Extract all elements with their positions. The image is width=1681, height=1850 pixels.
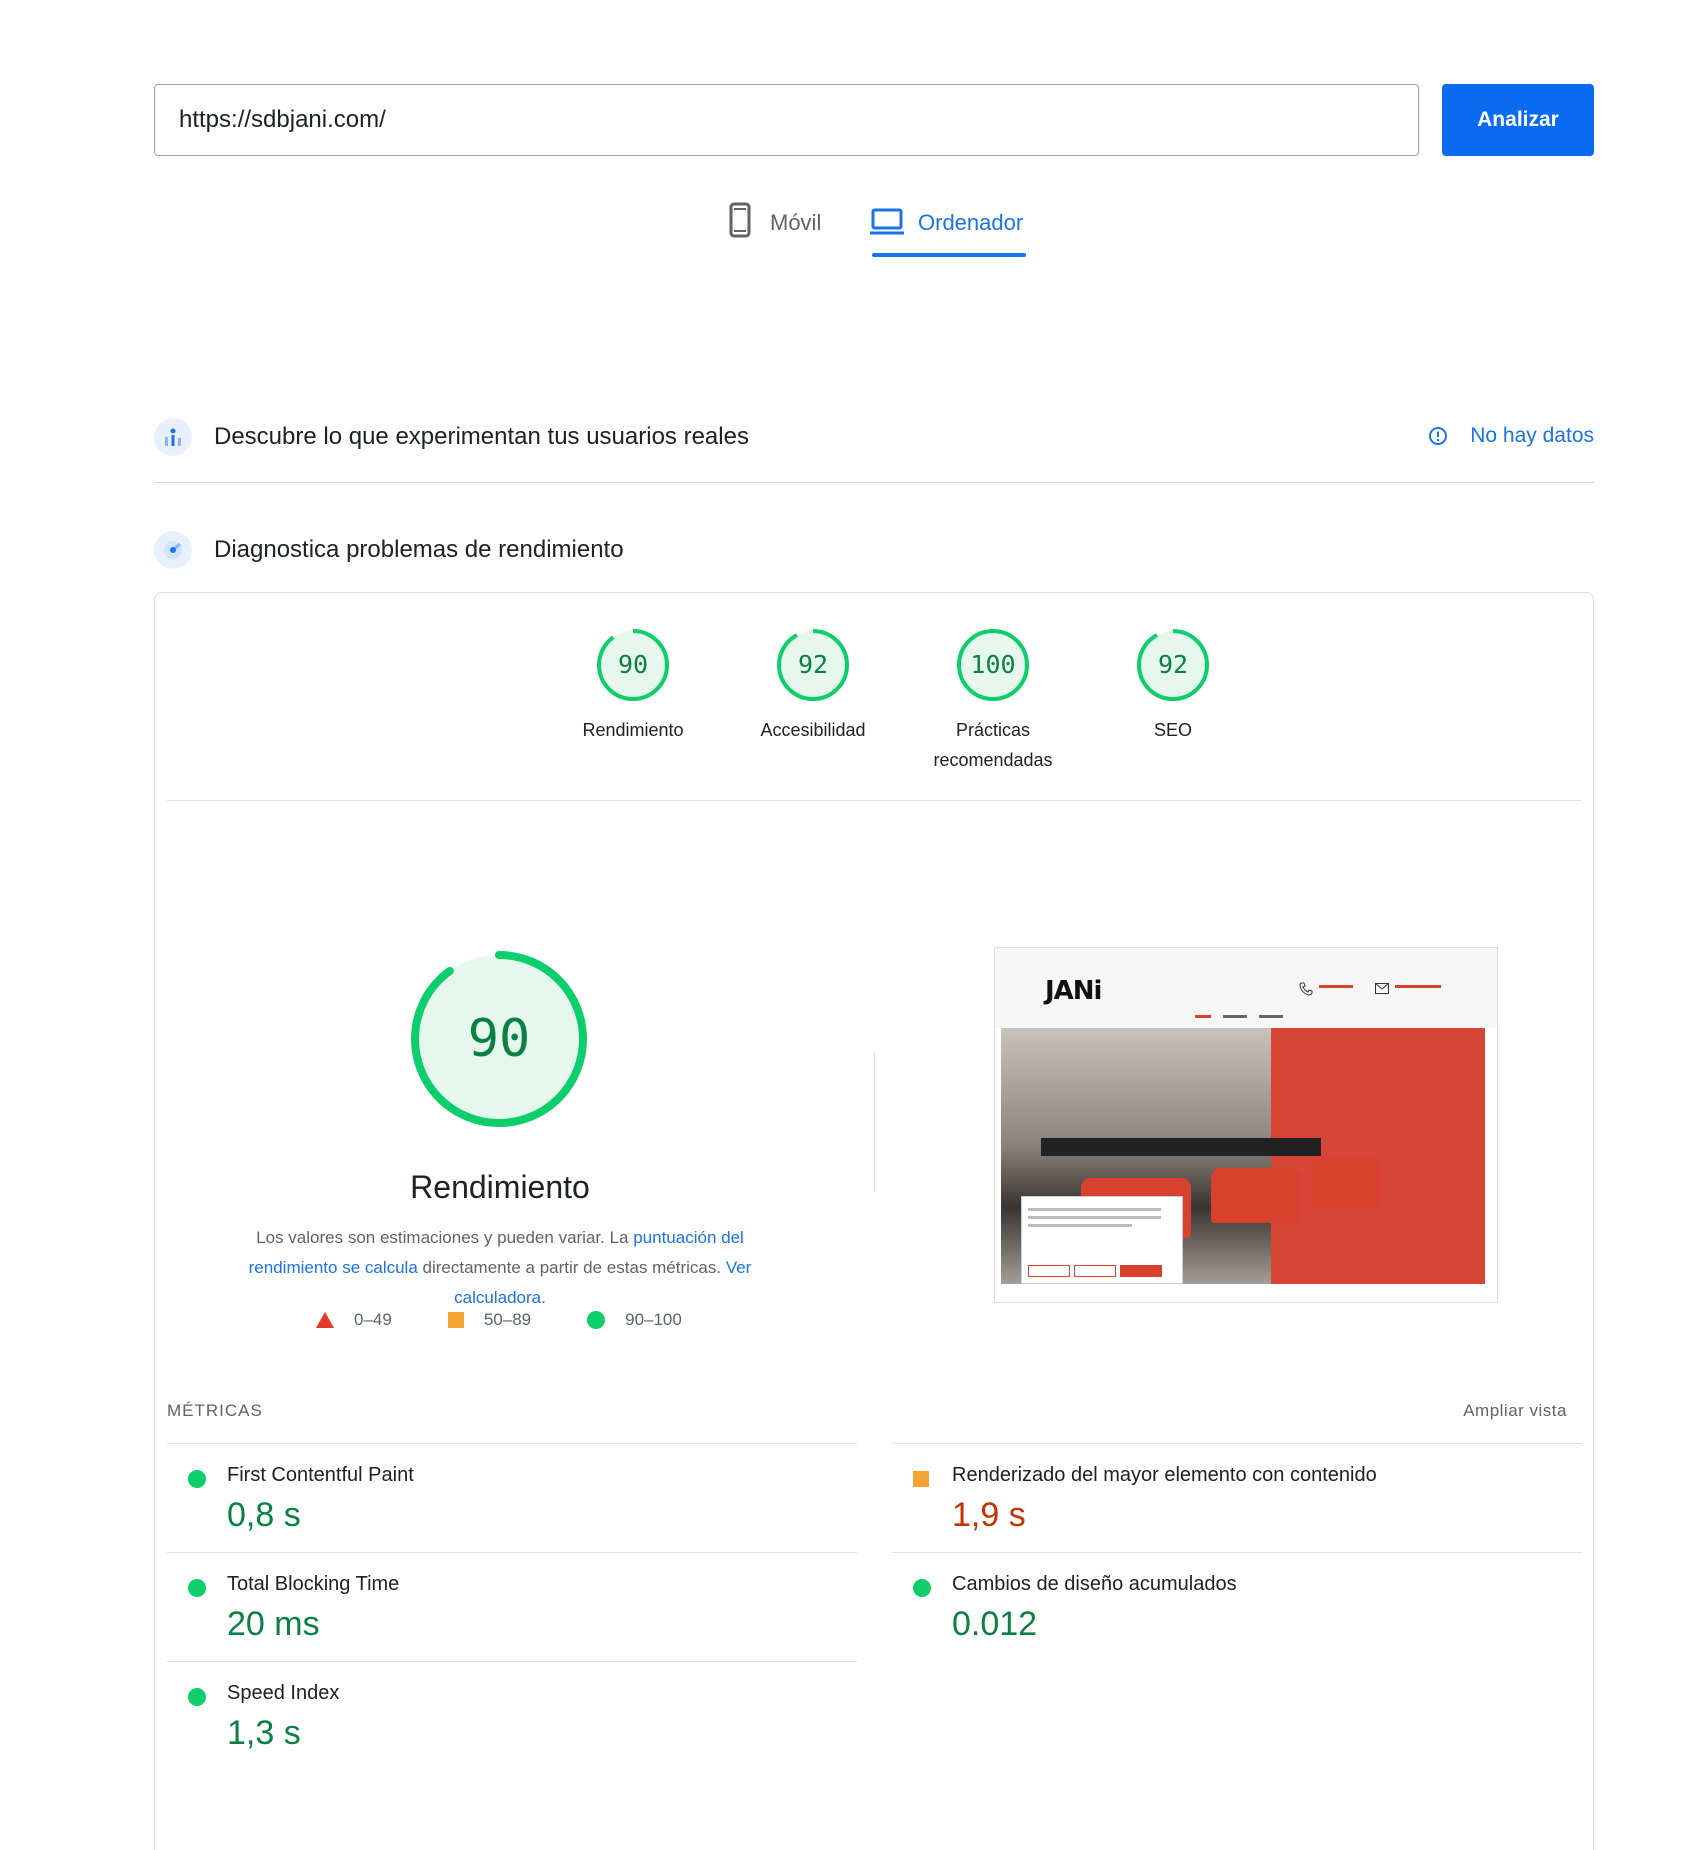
gauge-score: 90 [617,650,649,679]
legend-average: 50–89 [447,1310,532,1330]
metric-value: 0.012 [952,1605,1038,1643]
metric-lcp: Renderizado del mayor elemento con conte… [892,1443,1582,1552]
metric-value: 1,3 s [227,1714,301,1752]
real-users-section: Descubre lo que experimentan tus usuario… [154,412,1594,462]
gauge-best-practices[interactable]: 100 Prácticas recomendadas [903,627,1083,775]
score-legend: 0–49 50–89 90–100 [316,1305,738,1335]
desc-text: directamente a partir de estas métricas. [417,1258,726,1277]
gauge-label: Accesibilidad [760,720,866,740]
salon-photo [1001,1028,1485,1284]
users-chart-icon [154,418,192,456]
diagnostics-title: Diagnostica problemas de rendimiento [214,536,624,563]
url-input[interactable] [154,84,1419,156]
green-circle-icon [913,1579,931,1597]
green-circle-icon [188,1579,206,1597]
tab-desktop[interactable]: Ordenador [870,200,1023,260]
metric-cls: Cambios de diseño acumulados 0.012 [892,1552,1582,1661]
mail-icon [1375,983,1389,994]
legend-good: 90–100 [587,1310,682,1330]
screenshot-logo: JANi [1045,976,1102,1006]
green-circle-icon [188,1688,206,1706]
metric-name: Renderizado del mayor elemento con conte… [952,1464,1377,1486]
cookie-popup [1021,1196,1183,1284]
photo-counter [1041,1138,1321,1156]
metric-name: Total Blocking Time [227,1573,400,1595]
smartphone-icon [729,202,751,238]
vertical-divider [874,1052,875,1192]
gauge-score: 92 [1157,650,1189,679]
metrics-title: MÉTRICAS [167,1401,263,1420]
metric-value: 0,8 s [227,1496,301,1534]
metric-name: Cambios de diseño acumulados [952,1573,1237,1595]
green-circle-icon [188,1470,206,1488]
gauges-divider [167,800,1581,801]
desc-text: Los valores son estimaciones y pueden va… [256,1228,634,1247]
phone-icon [1299,982,1313,996]
gauge-seo[interactable]: 92 SEO [1083,627,1263,745]
cookie-customize-button [1028,1265,1070,1277]
metric-value: 20 ms [227,1605,320,1643]
photo-chair [1311,1158,1381,1208]
gauge-label: Prácticas recomendadas [933,720,1053,770]
report-card: 90 Rendimiento 92 Accesibilidad 100 Prác… [154,592,1594,1850]
gauge-score: 100 [970,650,1016,679]
performance-title: Rendimiento [410,1169,590,1205]
gauge-label: SEO [1153,720,1192,740]
performance-description: Los valores son estimaciones y pueden va… [215,1223,785,1313]
legend-label: 0–49 [354,1310,392,1329]
cookie-accept-button [1120,1265,1162,1277]
no-data-label: No hay datos [1470,424,1594,447]
expand-view-toggle[interactable]: Ampliar vista [1463,1401,1567,1421]
no-data-link[interactable]: No hay datos [1428,424,1594,448]
photo-chair [1211,1168,1301,1223]
screenshot-header: JANi [995,948,1497,1028]
legend-label: 90–100 [625,1310,682,1329]
cookie-reject-button [1074,1265,1116,1277]
gauge-label: Rendimiento [582,720,684,740]
device-tabs: Móvil Ordenador [0,200,1681,260]
page-screenshot[interactable]: JANi [994,947,1498,1303]
metric-value: 1,9 s [952,1496,1026,1534]
tab-desktop-label: Ordenador [918,210,1024,235]
real-users-title: Descubre lo que experimentan tus usuario… [214,423,749,450]
metrics-header: MÉTRICAS Ampliar vista [167,1401,1581,1431]
red-triangle-icon [316,1312,334,1328]
legend-label: 50–89 [483,1310,532,1329]
diagnostics-icon [154,531,192,569]
active-tab-indicator [872,253,1026,257]
orange-square-icon [913,1471,929,1487]
gauge-score: 92 [797,650,829,679]
gauge-accessibility[interactable]: 92 Accesibilidad [723,627,903,745]
green-circle-icon [587,1311,606,1329]
metric-name: First Contentful Paint [227,1464,414,1486]
metric-tbt: Total Blocking Time 20 ms [167,1552,857,1661]
legend-poor: 0–49 [316,1310,392,1330]
performance-score: 90 [467,1009,531,1069]
section-divider [154,482,1594,483]
metric-speed-index: Speed Index 1,3 s [167,1661,857,1770]
photo-red-wall [1271,1028,1485,1284]
gauge-performance[interactable]: 90 Rendimiento [543,627,723,745]
url-bar: Analizar [154,84,1594,156]
laptop-icon [870,208,904,235]
info-icon [1429,427,1448,445]
performance-gauge: 90 [409,949,589,1129]
metric-name: Speed Index [227,1682,340,1704]
orange-square-icon [447,1312,464,1328]
diagnostics-section: Diagnostica problemas de rendimiento [154,525,1594,575]
tab-mobile[interactable]: Móvil [722,200,821,260]
metric-fcp: First Contentful Paint 0,8 s [167,1443,857,1552]
analyze-button[interactable]: Analizar [1442,84,1594,156]
tab-mobile-label: Móvil [770,210,822,235]
category-gauges: 90 Rendimiento 92 Accesibilidad 100 Prác… [155,593,1593,801]
